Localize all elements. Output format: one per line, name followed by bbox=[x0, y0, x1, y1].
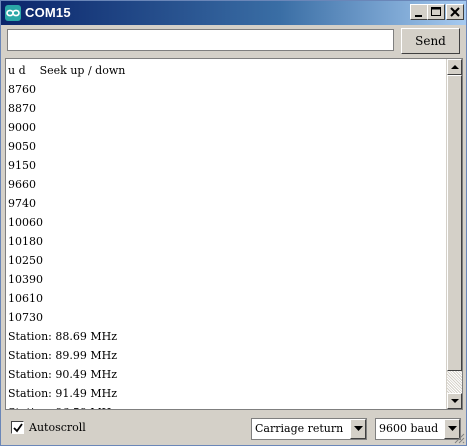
serial-output-lines: u d Seek up / down 8760 8870 9000 9050 9150 96… bbox=[8, 61, 444, 409]
output-line: 10610 bbox=[8, 292, 43, 305]
line-ending-dropdown-button[interactable] bbox=[350, 419, 366, 439]
baud-rate-select[interactable]: 9600 baud bbox=[375, 418, 461, 440]
minimize-button[interactable] bbox=[410, 4, 428, 20]
autoscroll-label: Autoscroll bbox=[29, 421, 86, 434]
output-line: Station: 89.99 MHz bbox=[8, 349, 118, 362]
output-line: Station: 90.49 MHz bbox=[8, 368, 118, 381]
arduino-infinity-icon bbox=[5, 5, 21, 21]
close-icon bbox=[450, 7, 460, 17]
output-line: 9050 bbox=[8, 140, 36, 153]
output-line: 9150 bbox=[8, 159, 36, 172]
output-line: u d Seek up / down bbox=[8, 64, 126, 77]
maximize-icon bbox=[431, 7, 441, 16]
window-title: COM15 bbox=[25, 5, 71, 20]
output-line: 10730 bbox=[8, 311, 43, 324]
arrow-up-icon bbox=[451, 65, 459, 69]
vertical-scrollbar[interactable] bbox=[446, 59, 462, 409]
bottom-toolbar: Autoscroll Carriage return 9600 baud bbox=[1, 413, 466, 445]
output-line: Station: 88.69 MHz bbox=[8, 330, 118, 343]
resize-grip-icon[interactable] bbox=[453, 432, 465, 444]
chevron-down-icon bbox=[354, 426, 363, 431]
output-line: Station: 96.59 MHz bbox=[8, 403, 444, 409]
checkmark-icon bbox=[13, 423, 23, 433]
close-button[interactable] bbox=[446, 4, 464, 20]
serial-output[interactable]: u d Seek up / down 8760 8870 9000 9050 9150 96… bbox=[5, 58, 463, 410]
output-line: 9660 bbox=[8, 178, 36, 191]
output-line: 9740 bbox=[8, 197, 36, 210]
line-ending-value: Carriage return bbox=[255, 422, 344, 435]
send-input[interactable] bbox=[7, 29, 394, 51]
maximize-button[interactable] bbox=[427, 4, 445, 20]
scroll-up-button[interactable] bbox=[447, 59, 462, 75]
minimize-icon bbox=[415, 15, 422, 17]
autoscroll-toggle[interactable]: Autoscroll bbox=[11, 421, 151, 437]
output-line: Station: 91.49 MHz bbox=[8, 387, 118, 400]
scroll-down-button[interactable] bbox=[447, 393, 462, 409]
output-line: 10180 bbox=[8, 235, 43, 248]
scrollbar-thumb[interactable] bbox=[447, 75, 462, 371]
send-button[interactable]: Send bbox=[401, 28, 460, 54]
output-line: 10390 bbox=[8, 273, 43, 286]
autoscroll-checkbox[interactable] bbox=[11, 421, 24, 434]
line-ending-select[interactable]: Carriage return bbox=[251, 418, 367, 440]
output-line: 8870 bbox=[8, 102, 36, 115]
serial-monitor-window: COM15 Send u d Seek up / down 8760 8870 900… bbox=[0, 0, 467, 446]
baud-rate-value: 9600 baud bbox=[379, 422, 439, 435]
output-line: 9000 bbox=[8, 121, 36, 134]
output-line: 8760 bbox=[8, 83, 36, 96]
output-line: 10060 bbox=[8, 216, 43, 229]
arrow-down-icon bbox=[451, 399, 459, 403]
output-line: 10250 bbox=[8, 254, 43, 267]
scrollbar-track[interactable] bbox=[447, 371, 462, 393]
title-bar[interactable]: COM15 bbox=[1, 1, 466, 25]
